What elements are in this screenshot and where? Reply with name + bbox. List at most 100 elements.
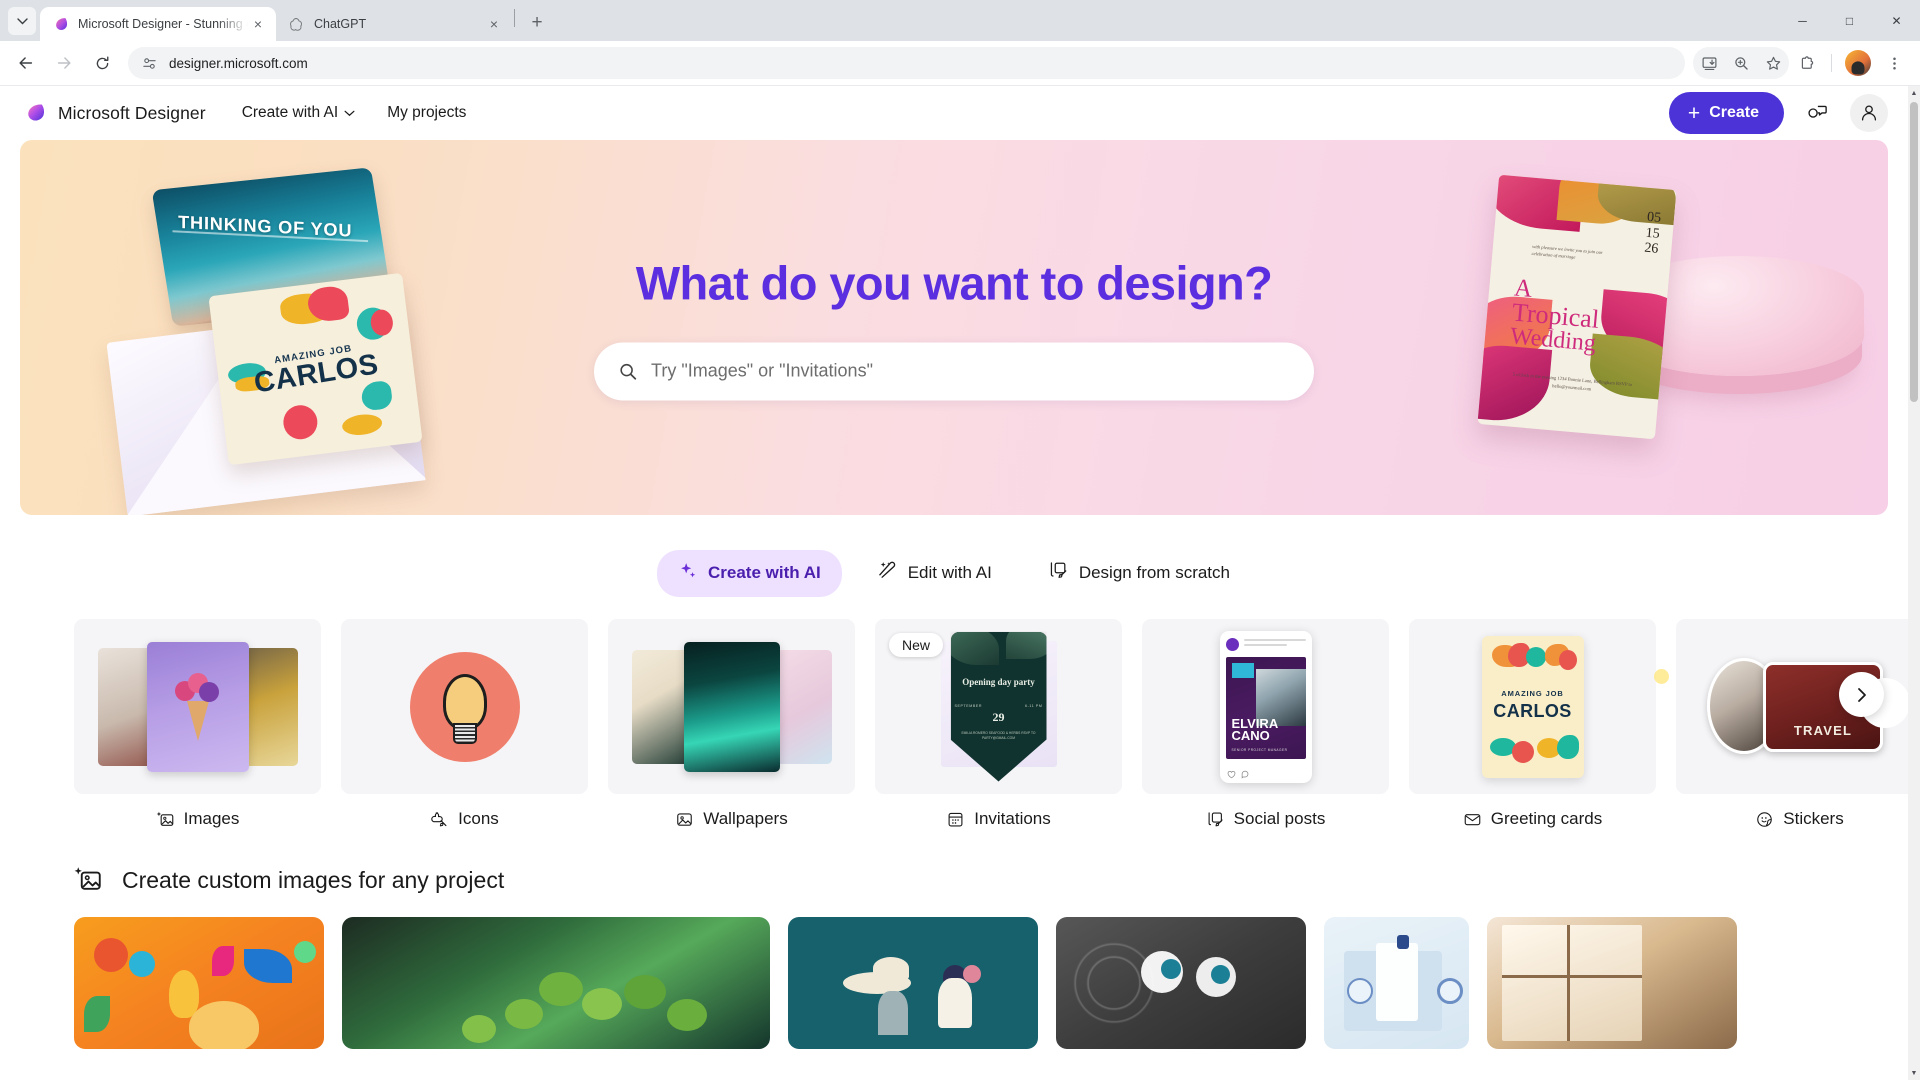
nav-my-projects[interactable]: My projects [375,97,478,129]
category-label: Greeting cards [1490,809,1603,828]
bulb-shape [442,673,487,730]
tab-search-button[interactable] [8,7,36,35]
category-card-wallpapers[interactable]: Wallpapers [608,619,855,829]
tab-design-from-scratch[interactable]: Design from scratch [1027,549,1251,597]
menu-kebab-icon[interactable] [1878,47,1910,79]
reload-icon [96,56,108,69]
maximize-button[interactable]: □ [1826,0,1873,41]
install-icon[interactable] [1693,47,1725,79]
images-art [97,641,298,772]
category-label: Wallpapers [703,809,788,828]
mode-label: Edit with AI [907,563,992,582]
browser-window: Microsoft Designer - Stunning d × ChatGP… [0,0,1920,1080]
tab-close-icon[interactable]: × [484,14,504,34]
back-button[interactable] [10,47,42,79]
category-label-row: Stickers [1676,809,1908,829]
mouse-cursor [1654,669,1669,684]
category-label: Images [183,809,240,828]
page-title: What do you want to design? [635,256,1273,309]
gallery-item-sombrero[interactable] [788,917,1038,1049]
category-label-row: Wallpapers [608,809,855,829]
mode-label: Design from scratch [1078,563,1230,582]
site-settings-icon[interactable] [142,56,157,71]
cone-shape [186,701,209,742]
address-bar[interactable]: designer.microsoft.com [128,47,1685,79]
tab-edit-with-ai[interactable]: Edit with AI [856,549,1013,597]
category-card-greeting-cards[interactable]: AMAZING JOB CARLOS Greeting cards [1409,619,1656,829]
photo-center-icecream [146,641,249,772]
forward-button[interactable] [48,47,80,79]
category-card-icons[interactable]: Icons [341,619,588,829]
travel-sticker-label: TRAVEL [1793,722,1853,738]
magic-wand-icon [877,560,898,586]
nav-label: Create with AI [241,104,339,121]
bookmark-star-icon[interactable] [1757,47,1789,79]
tab-close-icon[interactable]: × [248,14,268,34]
gallery-item-spiderweb-eyes[interactable] [1056,917,1306,1049]
zoom-icon[interactable] [1725,47,1757,79]
new-tab-button[interactable]: + [523,9,551,37]
invitation-thumb-day: 29 [992,709,1005,724]
browser-toolbar: designer.microsoft.com [0,41,1920,86]
decor-blob [360,380,394,412]
nav-create-with-ai[interactable]: Create with AI [230,97,368,129]
minimize-button[interactable]: ─ [1779,0,1826,41]
search-input[interactable] [651,360,1290,382]
profile-avatar[interactable] [1845,50,1871,76]
arrow-right-icon [57,57,71,69]
chevron-down-icon [16,17,28,24]
invitation-icon [948,812,963,826]
scrollbar-thumb[interactable] [1910,102,1918,402]
category-thumbnail [341,619,588,794]
category-label: Social posts [1233,809,1326,828]
page-scrollbar[interactable]: ▲ ▼ [1908,86,1920,1080]
sticker-icon [1757,811,1773,827]
browser-tab-designer[interactable]: Microsoft Designer - Stunning d × [40,7,276,41]
category-card-invitations[interactable]: New Opening day party SEPTEMBER 29 6-11 … [875,619,1122,829]
category-card-social-posts[interactable]: ELVIRA CANO SENIOR PROJECT MANAGER Socia… [1142,619,1389,829]
gallery-item-olives[interactable] [342,917,770,1049]
tab-title: Microsoft Designer - Stunning d [78,17,248,31]
gallery-item-halloween[interactable] [74,917,324,1049]
scroll-down-arrow[interactable]: ▼ [1908,1066,1920,1080]
carousel-next-button[interactable] [1839,672,1884,717]
category-label-row: Icons [341,809,588,829]
feedback-icon[interactable] [1798,94,1836,132]
new-badge: New [889,633,944,657]
close-window-button[interactable]: ✕ [1873,0,1920,41]
decor-leaf [950,631,999,665]
pen-layers-icon [1048,560,1069,586]
primary-nav: Create with AI My projects [230,97,479,129]
invitation-subtitle: with pleasure we invite you to join our … [1531,243,1603,261]
greeting-card-name: CARLOS [1493,700,1572,721]
toolbar-actions [1693,47,1910,79]
designer-logo-icon [22,101,47,126]
gallery-item-clipboard[interactable] [1324,917,1469,1049]
extensions-icon[interactable] [1791,47,1823,79]
reload-button[interactable] [86,47,118,79]
brand[interactable]: Microsoft Designer [22,101,206,126]
gallery-item-window[interactable] [1487,917,1737,1049]
envelope-icon [1464,813,1481,825]
comment-icon [1241,770,1248,779]
category-card-stickers[interactable]: TRAVEL Stickers [1676,619,1908,829]
scroll-up-arrow[interactable]: ▲ [1908,86,1920,100]
icons-art-lightbulb [409,651,520,762]
create-button-label: Create [1709,104,1759,121]
create-button[interactable]: + Create [1668,92,1784,134]
tab-create-with-ai[interactable]: Create with AI [656,549,842,597]
category-label-row: Social posts [1142,809,1389,829]
category-thumbnail [74,619,321,794]
account-icon[interactable] [1850,94,1888,132]
social-post-name: ELVIRA CANO [1231,715,1278,744]
category-label: Stickers [1783,809,1844,828]
section-heading: Create custom images for any project [122,866,505,893]
browser-tab-chatgpt[interactable]: ChatGPT × [276,7,512,41]
category-card-images[interactable]: Images [74,619,321,829]
post-tag [1231,662,1254,678]
invitation-dates: 05 15 26 [1643,209,1662,258]
post-actions [1227,770,1250,779]
hero-search-box[interactable] [594,342,1314,400]
tab-title: ChatGPT [314,17,367,31]
category-label-row: Images [74,809,321,829]
